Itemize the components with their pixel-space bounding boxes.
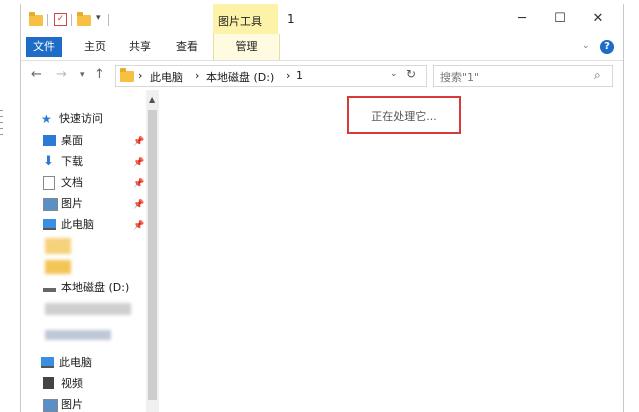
new-folder-icon [77,12,91,26]
customize-dropdown-icon[interactable]: ▾ [96,13,101,23]
toolbar-separator [71,14,72,26]
star-icon: ★ [41,112,52,126]
up-arrow-icon[interactable]: ↑ [94,67,105,82]
scroll-thumb[interactable] [148,110,157,400]
pin-icon[interactable]: 📌 [133,158,144,168]
redacted-item [45,238,71,254]
redacted-item [45,303,131,315]
video-icon [43,377,54,389]
desktop-icon [43,135,56,146]
computer-icon [41,357,54,368]
sidebar-item-label: 桌面 [61,134,83,147]
ribbon-expand-icon[interactable]: ⌄ [582,41,590,51]
crumb-folder-1[interactable]: 1 [296,69,303,82]
maximize-button[interactable]: ☐ [545,9,575,29]
close-button[interactable]: ✕ [583,9,613,29]
redacted-item [45,260,71,274]
recent-locations-icon[interactable]: ▾ [80,70,85,80]
toolbar-separator [47,14,48,26]
tab-manage[interactable]: 管理 [213,34,280,60]
sidebar-item-label: 图片 [61,398,83,411]
sidebar-item-label: 文档 [61,176,83,189]
tab-home[interactable]: 主页 [84,38,106,56]
crumb-local-disk[interactable]: 本地磁盘 (D:) [206,69,274,85]
minimize-button[interactable]: ─ [507,9,537,29]
pin-icon[interactable]: 📌 [133,200,144,210]
computer-icon [43,219,56,230]
ribbon-tabs: 文件 主页 共享 查看 管理 ⌄ ? [21,34,623,61]
tab-view[interactable]: 查看 [176,38,198,56]
crumb-separator: › [138,69,143,82]
redacted-item [45,330,111,340]
help-icon[interactable]: ? [600,40,614,54]
processing-status: 正在处理它... [371,110,437,123]
sidebar-item-label: 此电脑 [61,218,94,231]
search-box[interactable]: 搜索"1" ⌕ [433,65,613,87]
navigation-pane: ★ 快速访问 桌面 📌 ⬇ 下载 📌 文档 📌 图片 📌 此电脑 📌 本地磁盘 … [21,90,146,412]
document-icon [43,176,55,190]
window-title: 1 [287,12,295,26]
sidebar-item-label: 本地磁盘 (D:) [61,281,130,294]
toolbar-separator [108,14,109,26]
sidebar-item-label: 视频 [61,377,83,390]
sidebar-item-label: 下载 [61,155,83,168]
folder-icon [29,12,43,26]
scroll-up-icon[interactable]: ▲ [149,95,155,104]
sidebar-scrollbar[interactable]: ▲ [146,90,159,412]
context-tab-label: 图片工具 [218,15,262,28]
picture-icon [43,399,58,412]
crumb-separator: › [286,69,291,82]
forward-arrow-icon[interactable]: → [56,67,67,82]
address-dropdown-icon[interactable]: ⌄ [390,69,398,79]
navigation-bar: ← → ▾ ↑ › 此电脑 › 本地磁盘 (D:) › 1 ⌄ ↻ 搜索"1" … [21,61,623,89]
processing-highlight: 正在处理它... [347,96,461,134]
address-bar[interactable]: › 此电脑 › 本地磁盘 (D:) › 1 ⌄ ↻ [115,65,427,87]
sidebar-item-label: 此电脑 [59,356,92,369]
crumb-this-pc[interactable]: 此电脑 [150,69,183,85]
pin-icon[interactable]: 📌 [133,179,144,189]
pin-icon[interactable]: 📌 [133,137,144,147]
tab-share[interactable]: 共享 [129,38,151,56]
tab-file[interactable]: 文件 [26,37,62,57]
file-list-area[interactable]: 正在处理它... [161,90,621,412]
refresh-icon[interactable]: ↻ [406,67,416,81]
download-icon: ⬇ [43,154,54,169]
pin-icon[interactable]: 📌 [133,221,144,231]
properties-check-icon[interactable]: ✓ [54,13,67,26]
search-icon[interactable]: ⌕ [594,68,601,83]
picture-icon [43,198,58,211]
edge-marks [0,110,3,140]
sidebar-item-label: 快速访问 [59,112,103,125]
search-placeholder: 搜索"1" [440,71,480,84]
title-bar: ✓ ▾ 图片工具 1 ─ ☐ ✕ [21,4,623,34]
drive-icon [43,288,56,292]
folder-icon [120,68,134,82]
crumb-separator: › [195,69,200,82]
explorer-window: ✓ ▾ 图片工具 1 ─ ☐ ✕ 文件 主页 共享 查看 管理 ⌄ ? ← → … [20,4,624,412]
sidebar-item-label: 图片 [61,197,83,210]
back-arrow-icon[interactable]: ← [31,67,42,82]
